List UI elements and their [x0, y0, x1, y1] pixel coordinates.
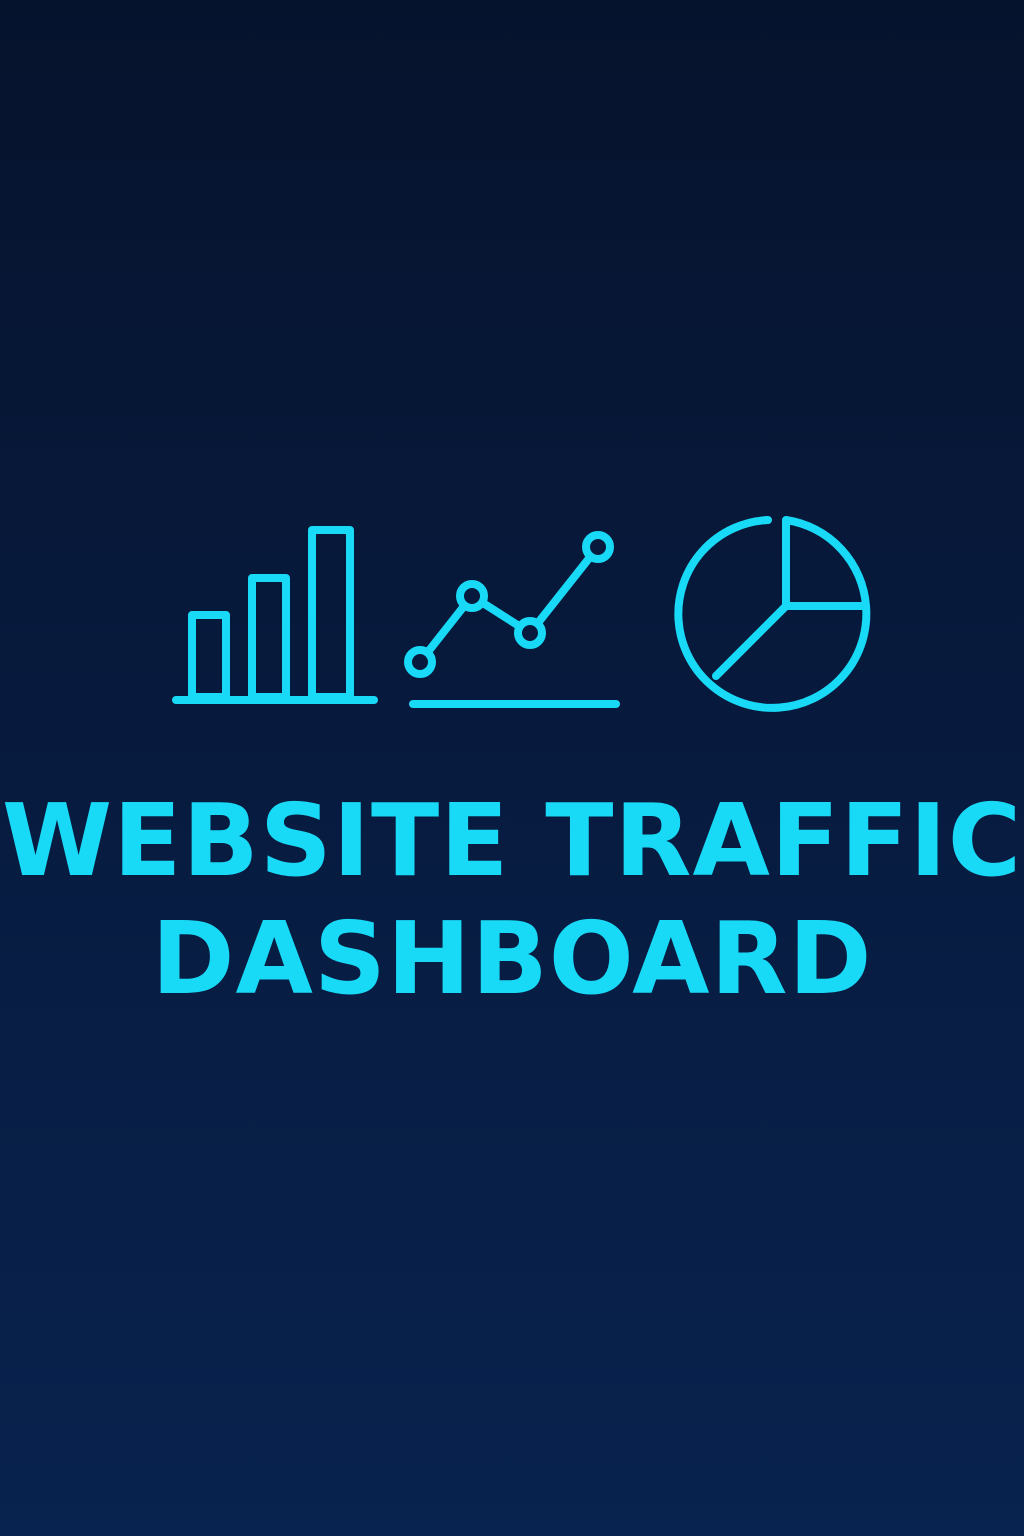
icon-row [0, 0, 1024, 1536]
poster: WEBSITE TRAFFIC DASHBOARD [0, 0, 1024, 1536]
pie-chart-icon [674, 516, 871, 712]
bar-chart-icon [172, 526, 378, 704]
title-line-2: DASHBOARD [151, 900, 873, 1017]
page-title: WEBSITE TRAFFIC DASHBOARD [0, 782, 1024, 1018]
title-line-1: WEBSITE TRAFFIC [1, 782, 1023, 899]
line-chart-icon [404, 531, 620, 708]
